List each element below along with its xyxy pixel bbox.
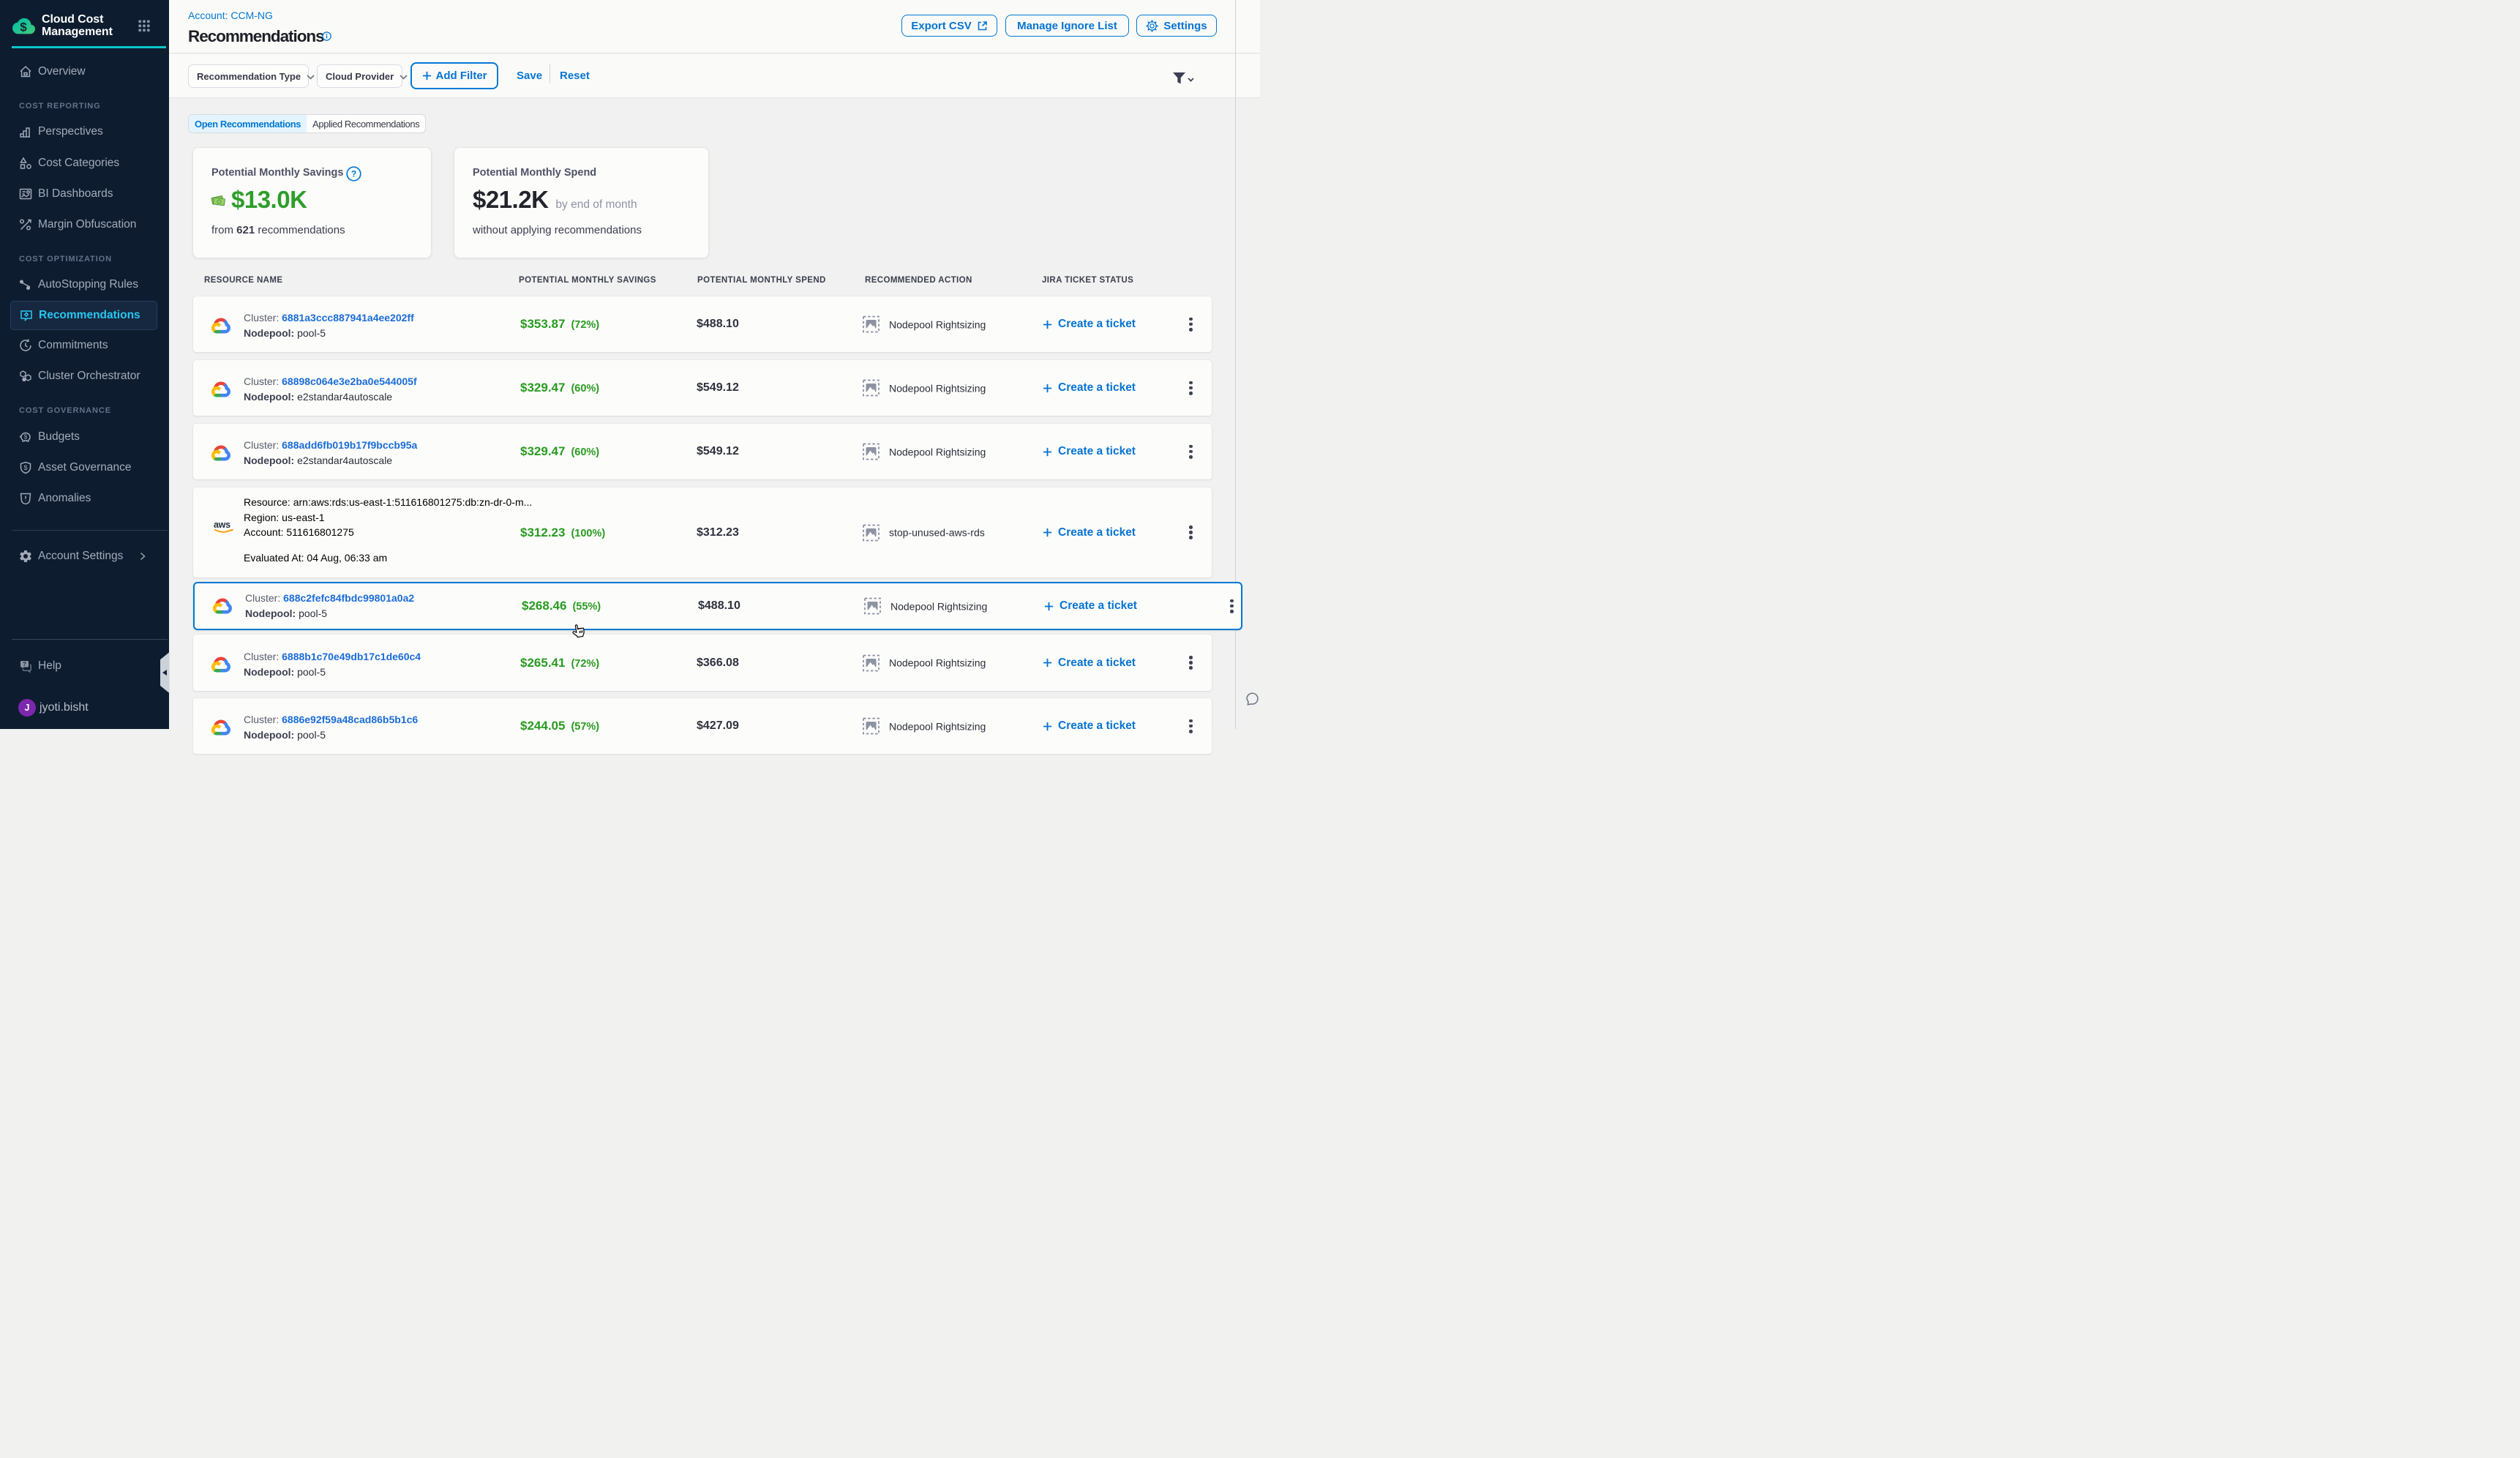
svg-text:$: $	[23, 464, 27, 471]
svg-text:$: $	[24, 434, 28, 441]
svg-text:?: ?	[351, 169, 356, 179]
svg-text:?: ?	[23, 660, 26, 668]
svg-text:$: $	[20, 20, 27, 34]
svg-text:aws: aws	[214, 520, 230, 530]
